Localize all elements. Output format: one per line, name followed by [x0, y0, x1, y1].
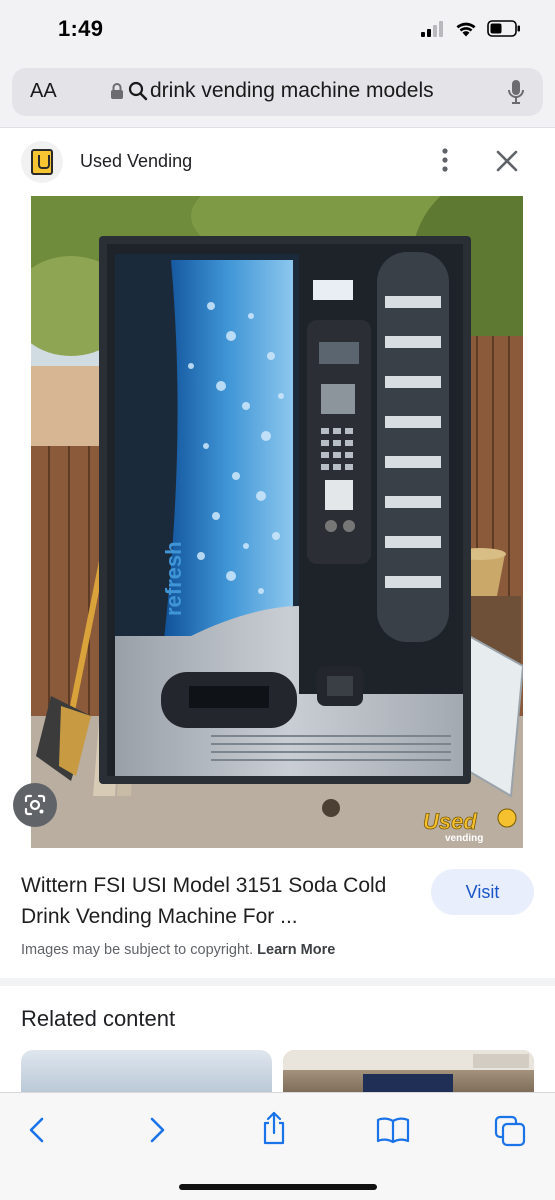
source-name[interactable]: Used Vending [80, 151, 192, 172]
related-thumbnail[interactable] [21, 1050, 272, 1094]
url-text[interactable]: drink vending machine models [150, 79, 434, 103]
tabs-icon[interactable] [494, 1115, 526, 1147]
visit-button[interactable]: Visit [431, 869, 534, 915]
vending-machine-photo[interactable]: refresh Used vending [31, 196, 523, 848]
machine-brand-text: refresh [161, 541, 186, 616]
search-icon [128, 81, 148, 101]
result-title[interactable]: Wittern FSI USI Model 3151 Soda Cold Dri… [21, 870, 411, 932]
address-bar[interactable]: AA drink vending machine models [12, 68, 543, 116]
home-indicator [179, 1184, 377, 1190]
close-icon[interactable] [494, 148, 520, 174]
status-time: 1:49 [58, 16, 104, 41]
related-heading: Related content [21, 1006, 176, 1031]
watermark-text: Used [423, 809, 477, 834]
copyright-text: Images may be subject to copyright. [21, 942, 254, 958]
forward-icon[interactable] [146, 1115, 168, 1145]
signal-icon [421, 20, 443, 37]
more-vert-icon[interactable] [436, 147, 454, 173]
watermark-sub: vending [445, 833, 483, 844]
browser-address-area: AA drink vending machine models [0, 62, 555, 128]
learn-more-link[interactable]: Learn More [257, 942, 335, 958]
related-thumbnail-illustration [283, 1050, 534, 1094]
battery-icon [487, 20, 520, 37]
status-icons [421, 20, 521, 37]
image-panel: refresh Used vending [0, 196, 555, 848]
status-bar: 1:49 [0, 0, 555, 62]
lens-icon [24, 794, 46, 816]
lens-button[interactable] [13, 783, 57, 827]
related-thumbnail[interactable] [283, 1050, 534, 1094]
text-size-button[interactable]: AA [30, 80, 57, 103]
source-header: Used Vending [0, 128, 555, 196]
share-icon[interactable] [260, 1111, 288, 1145]
bookmarks-icon[interactable] [376, 1115, 410, 1145]
result-caption: Wittern FSI USI Model 3151 Soda Cold Dri… [0, 848, 555, 978]
photo-illustration: refresh Used vending [31, 196, 523, 848]
wifi-icon [456, 22, 476, 36]
source-favicon [21, 141, 63, 183]
microphone-icon[interactable] [507, 79, 525, 105]
copyright-notice: Images may be subject to copyright. Lear… [21, 942, 335, 958]
section-divider [0, 978, 555, 986]
back-icon[interactable] [26, 1115, 48, 1145]
lock-icon [111, 83, 123, 99]
